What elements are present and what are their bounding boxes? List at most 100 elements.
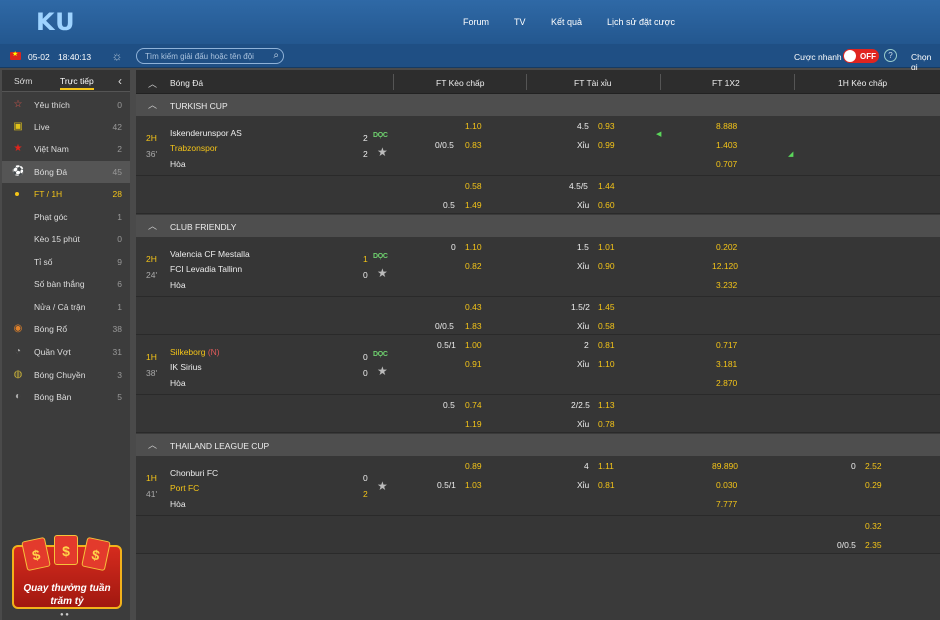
odds[interactable]: 0.58 xyxy=(598,321,615,331)
carousel-dots[interactable]: ● ● xyxy=(60,612,69,618)
odds[interactable]: 0.43 xyxy=(465,302,482,312)
sidebar-item-table-tennis[interactable]: ◐ Bóng Bàn 5 xyxy=(2,386,130,408)
odds[interactable]: 2.52 xyxy=(865,461,882,471)
selected-dot xyxy=(15,192,19,196)
odds[interactable]: 0.81 xyxy=(598,480,615,490)
favorite-star-icon[interactable]: ★ xyxy=(377,479,388,493)
odds[interactable]: 0.90 xyxy=(598,261,615,271)
ku-logo[interactable]: KU xyxy=(36,8,76,36)
odds[interactable]: 1.01 xyxy=(598,242,615,252)
brightness-icon[interactable]: ☼ xyxy=(110,49,124,63)
away-team[interactable]: IK Sirius xyxy=(170,362,202,372)
odds[interactable]: 1.83 xyxy=(465,321,482,331)
home-team[interactable]: Chonburi FC xyxy=(170,468,218,478)
chevron-up-icon[interactable]: ︿ xyxy=(148,438,157,451)
odds[interactable]: 1.10 xyxy=(465,242,482,252)
odds[interactable]: 1.49 xyxy=(465,200,482,210)
sidebar-item-score[interactable]: Tỉ số 9 xyxy=(2,251,130,273)
odds[interactable]: 1.45 xyxy=(598,302,615,312)
odds[interactable]: 1.11 xyxy=(598,461,614,471)
quick-bet-toggle[interactable]: OFF xyxy=(843,49,879,63)
odds[interactable]: 89.890 xyxy=(712,461,738,471)
favorite-star-icon[interactable]: ★ xyxy=(377,266,388,280)
favorite-star-icon[interactable]: ★ xyxy=(377,364,388,378)
odds[interactable]: 1.10 xyxy=(465,121,482,131)
away-team[interactable]: Port FC xyxy=(170,483,199,493)
odds[interactable]: 2.35 xyxy=(865,540,882,550)
sidebar-item-live[interactable]: ▣ Live 42 xyxy=(2,116,130,138)
chevron-up-icon[interactable]: ︿ xyxy=(148,77,157,90)
odds[interactable]: 0.93 xyxy=(598,121,615,131)
league-header[interactable]: ︿ CLUB FRIENDLY xyxy=(136,215,940,237)
favorite-star-icon[interactable]: ★ xyxy=(377,145,388,159)
odds[interactable]: 0.99 xyxy=(598,140,615,150)
odds[interactable]: 0.81 xyxy=(598,340,615,350)
odds[interactable]: 8.888 xyxy=(716,121,737,131)
league-header[interactable]: ︿ TURKISH CUP xyxy=(136,94,940,116)
sidebar-item-soccer[interactable]: ⚽ Bóng Đá 45 xyxy=(2,161,130,183)
odds[interactable]: 1.13 xyxy=(598,400,615,410)
col-sport: Bóng Đá xyxy=(170,78,204,88)
tab-early[interactable]: Sớm xyxy=(14,76,32,86)
league-header[interactable]: ︿ THAILAND LEAGUE CUP xyxy=(136,434,940,456)
sidebar-item-favorites[interactable]: ☆ Yêu thích 0 xyxy=(2,94,130,116)
home-team[interactable]: Iskenderunspor AS xyxy=(170,128,242,138)
odds[interactable]: 0.030 xyxy=(716,480,737,490)
sidebar-item-total-goals[interactable]: Số bàn thắng 6 xyxy=(2,273,130,295)
live-stream-icon[interactable]: DỌC xyxy=(373,253,388,260)
odds[interactable]: 12.120 xyxy=(712,261,738,271)
live-stream-icon[interactable]: DỌC xyxy=(373,132,388,139)
odds[interactable]: 0.82 xyxy=(465,261,482,271)
nav-tv[interactable]: TV xyxy=(514,17,526,27)
sidebar-item-corners[interactable]: Phạt góc 1 xyxy=(2,206,130,228)
odds[interactable]: 0.202 xyxy=(716,242,737,252)
away-team[interactable]: FCI Levadia Tallinn xyxy=(170,264,242,274)
sidebar-item-basketball[interactable]: ◉ Bóng Rổ 38 xyxy=(2,318,130,340)
sidebar-item-volleyball[interactable]: ◍ Bóng Chuyền 3 xyxy=(2,364,130,386)
odds[interactable]: 1.10 xyxy=(598,359,615,369)
odds[interactable]: 1.19 xyxy=(465,419,482,429)
sidebar-item-15min[interactable]: Kèo 15 phút 0 xyxy=(2,228,130,250)
odds[interactable]: 2.870 xyxy=(716,378,737,388)
home-team[interactable]: Silkeborg (N) xyxy=(170,347,220,357)
nav-results[interactable]: Kết quả xyxy=(551,17,582,27)
odds[interactable]: 0.91 xyxy=(465,359,482,369)
tab-live[interactable]: Trực tiếp xyxy=(60,76,94,90)
odds[interactable]: 0.717 xyxy=(716,340,737,350)
chevron-up-icon[interactable]: ︿ xyxy=(148,219,157,232)
chevron-up-icon[interactable]: ︿ xyxy=(148,98,157,111)
odds[interactable]: 0.32 xyxy=(865,521,882,531)
weekly-spin-promo[interactable]: $ $ $ Quay thưởng tuần trăm tỷ xyxy=(12,535,122,609)
sidebar-item-half-full[interactable]: Nửa / Cả trận 1 xyxy=(2,296,130,318)
nav-forum[interactable]: Forum xyxy=(463,17,489,27)
odds[interactable]: 0.29 xyxy=(865,480,882,490)
sidebar-item-tennis[interactable]: ◔ Quần Vợt 31 xyxy=(2,341,130,363)
odds[interactable]: 3.232 xyxy=(716,280,737,290)
odds[interactable]: 1.03 xyxy=(465,480,482,490)
odds[interactable]: 0.707 xyxy=(716,159,737,169)
search-icon[interactable]: ⌕ xyxy=(273,50,279,61)
search-input[interactable] xyxy=(145,50,261,62)
choose-menu[interactable]: Chọn gi xyxy=(911,52,940,72)
odds[interactable]: 3.181 xyxy=(716,359,737,369)
odds[interactable]: 7.777 xyxy=(716,499,737,509)
odds[interactable]: 0.60 xyxy=(598,200,615,210)
collapse-icon[interactable]: ‹ xyxy=(118,74,122,88)
sidebar-item-ft-1h[interactable]: FT / 1H 28 xyxy=(2,183,130,205)
red-envelope-icon: $ xyxy=(81,536,111,572)
odds[interactable]: 0.83 xyxy=(465,140,482,150)
odds[interactable]: 0.78 xyxy=(598,419,615,429)
live-stream-icon[interactable]: DỌC xyxy=(373,351,388,358)
search-box[interactable]: ⌕ xyxy=(136,48,284,64)
odds[interactable]: 0.74 xyxy=(465,400,482,410)
nav-bet-history[interactable]: Lịch sử đặt cược xyxy=(607,17,675,27)
home-team[interactable]: Valencia CF Mestalla xyxy=(170,249,250,259)
sidebar-item-vietnam[interactable]: ★ Việt Nam 2 xyxy=(2,138,130,160)
odds[interactable]: 1.44 xyxy=(598,181,615,191)
odds[interactable]: 1.403 xyxy=(716,140,737,150)
odds[interactable]: 0.89 xyxy=(465,461,482,471)
away-team[interactable]: Trabzonspor xyxy=(170,143,217,153)
odds[interactable]: 1.00 xyxy=(465,340,482,350)
odds[interactable]: 0.58 xyxy=(465,181,482,191)
help-icon[interactable]: ? xyxy=(884,49,897,62)
